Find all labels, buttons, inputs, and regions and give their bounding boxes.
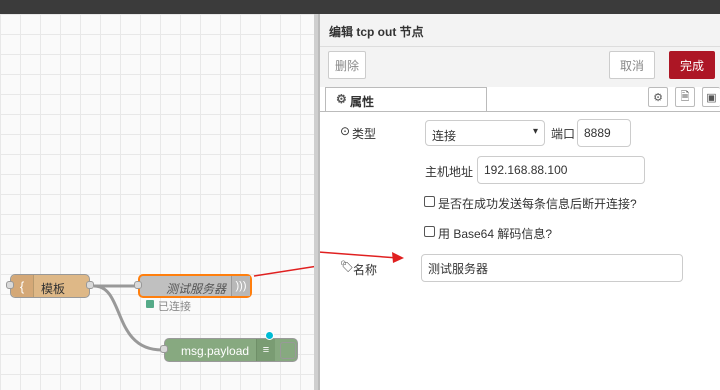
name-label: 名称 bbox=[353, 263, 378, 277]
host-input-value: 192.168.88.100 bbox=[484, 163, 568, 177]
panel-title: 编辑 tcp out 节点 bbox=[329, 25, 424, 39]
panel-toolbar: 删除 取消 完成 bbox=[320, 47, 720, 87]
type-select-value: 连接 bbox=[432, 129, 457, 143]
base64-checkbox[interactable] bbox=[424, 226, 435, 237]
name-input-value: 测试服务器 bbox=[428, 261, 489, 276]
delete-button[interactable]: 删除 bbox=[328, 51, 366, 79]
annotation-arrow bbox=[253, 265, 318, 277]
node-edit-panel: 编辑 tcp out 节点 删除 取消 完成 ⚙ 属性 ⚙ 🗎 ▣ ⊙ 类型 连… bbox=[320, 14, 720, 390]
tab-properties-label: 属性 bbox=[350, 95, 375, 109]
gear-icon: ⚙ bbox=[336, 92, 347, 106]
description-tab-button[interactable]: 🗎 bbox=[675, 87, 695, 107]
cancel-button[interactable]: 取消 bbox=[609, 51, 655, 79]
type-icon: ⊙ bbox=[340, 124, 351, 138]
flow-canvas[interactable]: { 模板 测试服务器 ))) 已连接 msg.payload ≡ bbox=[0, 14, 318, 390]
tag-icon: 🏷 bbox=[340, 261, 354, 273]
base64-label: 用 Base64 解码信息? bbox=[438, 227, 553, 241]
port-input[interactable]: 8889 bbox=[577, 119, 631, 147]
host-label: 主机地址 bbox=[425, 165, 474, 179]
port-label: 端口 bbox=[551, 127, 576, 141]
port-input-value: 8889 bbox=[584, 126, 611, 140]
appearance-tab-button[interactable]: ▣ bbox=[702, 87, 720, 107]
host-input[interactable]: 192.168.88.100 bbox=[477, 156, 645, 184]
panel-tabs: ⚙ 属性 ⚙ 🗎 ▣ bbox=[320, 87, 720, 112]
tab-properties[interactable]: ⚙ 属性 bbox=[325, 87, 487, 111]
chevron-down-icon: ▾ bbox=[532, 126, 538, 137]
close-after-send-label: 是否在成功发送每条信息后断开连接? bbox=[438, 197, 637, 211]
top-header-bar bbox=[0, 0, 720, 14]
settings-tab-button[interactable]: ⚙ bbox=[648, 87, 668, 107]
done-button[interactable]: 完成 bbox=[669, 51, 715, 79]
type-select[interactable]: 连接 ▾ bbox=[425, 120, 545, 146]
panel-header: 编辑 tcp out 节点 bbox=[320, 14, 720, 47]
close-after-send-checkbox[interactable] bbox=[424, 196, 435, 207]
name-input[interactable]: 测试服务器 bbox=[421, 254, 683, 282]
type-label: 类型 bbox=[352, 127, 377, 141]
